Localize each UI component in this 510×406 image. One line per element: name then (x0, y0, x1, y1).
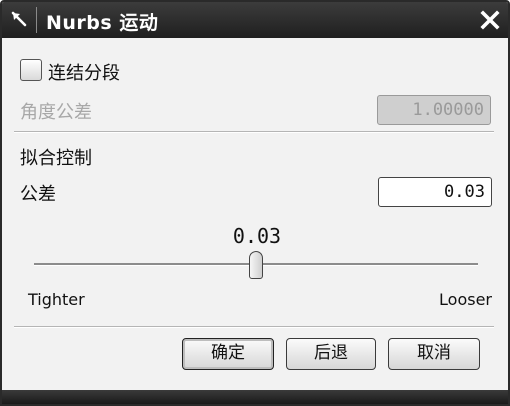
tolerance-slider-thumb[interactable] (249, 251, 263, 279)
cancel-button[interactable]: 取消 (388, 338, 480, 370)
angle-tolerance-label: 角度公差 (20, 102, 92, 123)
close-icon (480, 10, 500, 30)
back-button[interactable]: 后退 (286, 338, 376, 370)
tolerance-label: 公差 (20, 184, 56, 205)
fit-control-section-label: 拟合控制 (20, 148, 92, 169)
divider-top (14, 131, 494, 133)
slider-value-readout: 0.03 (232, 224, 282, 248)
divider-bottom (14, 326, 494, 328)
angle-tolerance-field: 1.00000 (377, 95, 491, 125)
window-title: Nurbs 运动 (46, 12, 159, 34)
arrow-cursor-icon (8, 8, 32, 32)
title-bar[interactable]: Nurbs 运动 (2, 2, 508, 38)
title-separator (36, 7, 37, 33)
bottom-bar (2, 390, 508, 404)
connect-segments-label[interactable]: 连结分段 (48, 59, 120, 85)
nurbs-motion-dialog: Nurbs 运动 连结分段 角度公差 1.00000 拟合控制 公差 0.03 … (0, 0, 510, 406)
connect-segments-checkbox[interactable] (20, 59, 42, 81)
tolerance-input[interactable]: 0.03 (378, 177, 492, 207)
slider-min-label: Tighter (28, 290, 85, 309)
ok-button[interactable]: 确定 (182, 338, 274, 370)
slider-max-label: Looser (439, 290, 492, 309)
close-button[interactable] (476, 6, 504, 34)
